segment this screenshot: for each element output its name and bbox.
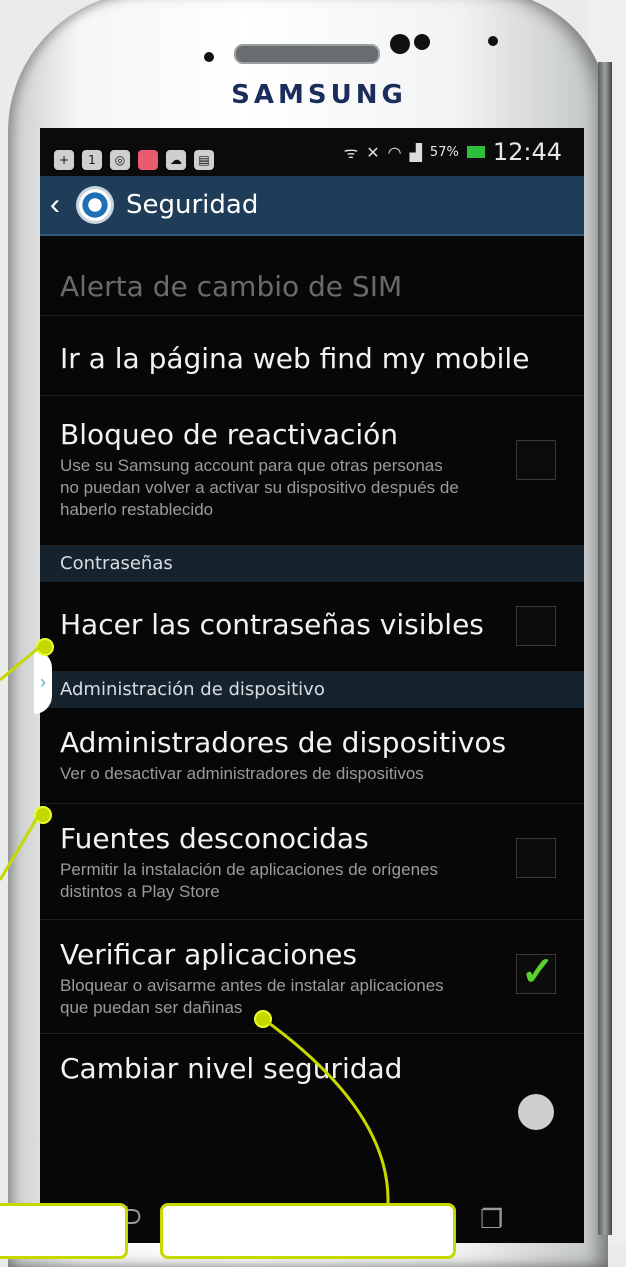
- callout-line-admin: [0, 812, 42, 881]
- callout-lines: [0, 643, 390, 1204]
- callout-box-left: [0, 1203, 128, 1259]
- callout-box-right: [160, 1203, 456, 1259]
- callout-line-passwords: [0, 643, 43, 682]
- callout-line-verify: [261, 1016, 390, 1204]
